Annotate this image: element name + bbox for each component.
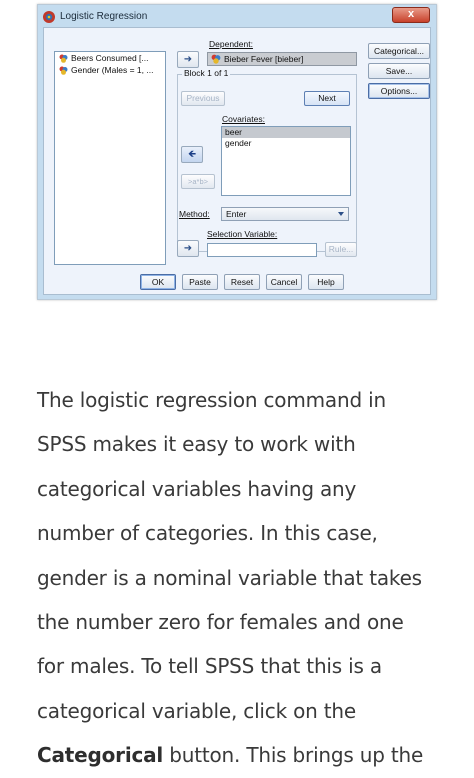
dependent-label: Dependent: <box>209 39 253 49</box>
reset-button[interactable]: Reset <box>224 274 260 290</box>
nominal-variable-icon <box>211 54 221 64</box>
list-item[interactable]: Beers Consumed [... <box>55 52 165 64</box>
covariate-item-gender[interactable]: gender <box>222 138 350 149</box>
move-to-selection-button[interactable]: ➜ <box>177 240 199 257</box>
logistic-regression-dialog: Logistic Regression x Beers Consumed [..… <box>37 4 437 300</box>
article-line: categorical variable, click on the <box>37 698 357 723</box>
method-value: Enter <box>226 209 247 219</box>
block-label: Block 1 of 1 <box>182 68 231 78</box>
chevron-down-icon <box>338 212 344 216</box>
selection-variable-label: Selection Variable: <box>207 229 278 239</box>
nominal-variable-icon <box>59 66 68 75</box>
dependent-value: Bieber Fever [bieber] <box>224 54 304 64</box>
list-item[interactable]: Gender (Males = 1, ... <box>55 64 165 76</box>
article-body: The logistic regression command in SPSS … <box>37 378 447 778</box>
arrow-right-icon: ➜ <box>183 243 193 254</box>
arrow-right-icon: ➜ <box>183 54 193 65</box>
covariate-item-beer[interactable]: beer <box>222 127 350 138</box>
categorical-button[interactable]: Categorical... <box>368 43 430 59</box>
article-line: SPSS makes it easy to work with <box>37 432 356 457</box>
title-bar[interactable]: Logistic Regression x <box>38 5 436 29</box>
next-button[interactable]: Next <box>304 91 350 106</box>
method-label: Method: <box>179 209 210 219</box>
article-line: gender is a nominal variable that takes <box>37 565 422 590</box>
article-line: The logistic regression command in <box>37 388 386 412</box>
source-variable-list[interactable]: Beers Consumed [... Gender (Males = 1, .… <box>54 51 166 265</box>
rule-button[interactable]: Rule... <box>325 242 357 257</box>
covariates-list[interactable]: beer gender <box>221 126 351 196</box>
article-line: number of categories. In this case, <box>37 521 378 546</box>
interaction-button[interactable]: >a*b> <box>181 174 215 189</box>
close-button[interactable]: x <box>392 7 430 23</box>
save-button[interactable]: Save... <box>368 63 430 79</box>
arrow-left-icon: 🡸 <box>187 149 197 160</box>
article-line: the number zero for females and one <box>37 610 404 635</box>
spss-app-icon <box>43 11 55 23</box>
variable-label: Beers Consumed [... <box>71 53 149 63</box>
selection-variable-field[interactable] <box>207 243 317 257</box>
move-to-dependent-button[interactable]: ➜ <box>177 51 199 68</box>
article-line: for males. To tell SPSS that this is a <box>37 654 382 679</box>
previous-button[interactable]: Previous <box>181 91 225 106</box>
covariates-label: Covariates: <box>222 114 265 124</box>
variable-label: Gender (Males = 1, ... <box>71 65 154 75</box>
move-to-covariates-button[interactable]: 🡸 <box>181 146 203 163</box>
scale-variable-icon <box>59 54 68 63</box>
dialog-client-area: Beers Consumed [... Gender (Males = 1, .… <box>43 27 431 295</box>
dependent-field[interactable]: Bieber Fever [bieber] <box>207 52 357 66</box>
window-title: Logistic Regression <box>60 11 148 22</box>
method-dropdown[interactable]: Enter <box>221 207 349 221</box>
ok-button[interactable]: OK <box>140 274 176 290</box>
paste-button[interactable]: Paste <box>182 274 218 290</box>
article-line-last: Categorical button. This brings up the <box>37 733 447 777</box>
cancel-button[interactable]: Cancel <box>266 274 302 290</box>
options-button[interactable]: Options... <box>368 83 430 99</box>
article-line: categorical variables having any <box>37 476 357 501</box>
help-button[interactable]: Help <box>308 274 344 290</box>
